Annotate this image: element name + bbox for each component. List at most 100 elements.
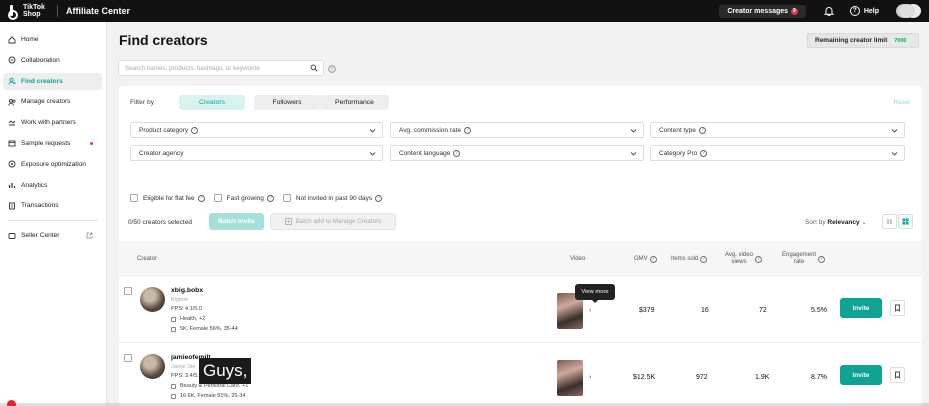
column-engagement-rate[interactable]: Engagement rate? (782, 241, 826, 277)
sidebar-item-analytics[interactable]: Analytics (3, 177, 102, 194)
avg-commission-rate-dropdown[interactable]: Avg. commission rate? (390, 122, 644, 138)
save-creator-button[interactable] (890, 367, 905, 383)
sidebar-item-sample-requests[interactable]: Sample requests (3, 135, 102, 152)
creator-pps: PPS: 4.1/5.0 (171, 306, 202, 312)
fast-growing-checkbox[interactable]: Fast growing? (213, 194, 274, 202)
checkbox[interactable] (282, 194, 291, 202)
help-button[interactable]: ? Help (849, 6, 879, 16)
column-label-line: views (731, 259, 747, 265)
checkbox[interactable] (130, 194, 138, 202)
column-creator: Creator (137, 255, 158, 262)
creator-demographics-label: 5K, Female 56%, 35-44 (180, 326, 238, 332)
checkbox[interactable] (213, 194, 222, 202)
video-thumbnail[interactable] (557, 360, 583, 396)
creator-avatar[interactable] (140, 354, 165, 379)
messages-badge: 9 (791, 7, 798, 15)
list-view-button[interactable] (882, 214, 897, 229)
creator-demographics-label: 16.6K, Female 81%, 25-34 (180, 393, 246, 399)
eligible-flat-fee-checkbox[interactable]: Eligible for flat fee? (130, 194, 205, 202)
help-icon: ? (754, 255, 762, 263)
help-icon: ? (453, 149, 461, 157)
search-icon[interactable] (310, 64, 318, 72)
reset-button[interactable]: Reset (894, 99, 910, 106)
creator-limit-label: Remaining creator limit (815, 37, 888, 44)
creator-demographics: 5K, Female 56%, 35-44 (171, 326, 238, 332)
search-input[interactable]: Search names, products, hashtags, or key… (118, 60, 324, 76)
sidebar-item-collaboration[interactable]: Collaboration (3, 52, 102, 69)
column-items-sold[interactable]: Items sold? (671, 241, 708, 277)
dropdown-label: Content language (399, 149, 451, 157)
sidebar-item-work-with-partners[interactable]: Work with partners (3, 114, 102, 131)
category-icon (171, 316, 176, 322)
add-user-icon (284, 218, 292, 225)
row-checkbox[interactable] (124, 287, 132, 295)
invite-button[interactable]: Invite (840, 365, 882, 385)
exposure-icon (8, 160, 16, 168)
help-icon: ? (849, 6, 860, 16)
tab-creators[interactable]: Creators (179, 95, 245, 110)
category-pro-dropdown[interactable]: Category Pro? (650, 145, 905, 161)
column-label: Items sold (671, 255, 699, 262)
gmv-value: $12.5K (633, 374, 656, 381)
row-checkbox[interactable] (124, 354, 132, 362)
tiktok-shop-logo[interactable]: TikTok Shop (8, 4, 47, 20)
sidebar-item-seller-center[interactable]: Seller Center (3, 227, 102, 244)
manage-creators-icon (8, 98, 16, 106)
table-row[interactable]: xbig.bobx Bigbob PPS: 4.1/5.0 Health, +2… (119, 277, 922, 343)
creator-category: Health, +2 (171, 316, 205, 322)
find-creators-icon (8, 77, 16, 85)
sidebar-item-find-creators[interactable]: Find creators (3, 72, 102, 90)
logo-text: TikTok Shop (23, 4, 45, 18)
column-label: Engagement rate (782, 252, 816, 266)
dropdown-label: Product category (139, 126, 189, 134)
chevron-down-icon (369, 152, 376, 156)
tab-followers[interactable]: Followers (254, 95, 320, 110)
avg-views-value: 1.9K (755, 374, 770, 381)
list-view-icon (887, 219, 892, 224)
user-avatar[interactable] (899, 4, 915, 18)
sidebar-item-exposure-optimization[interactable]: Exposure optimization (3, 156, 102, 173)
gmv-value: $379 (639, 307, 655, 314)
creator-avatar[interactable] (140, 287, 165, 312)
partners-icon (8, 120, 16, 126)
video-progress-handle[interactable] (7, 400, 16, 406)
sidebar-item-manage-creators[interactable]: Manage creators (3, 93, 102, 110)
chevron-down-icon: ⌄ (861, 219, 867, 226)
grid-view-button[interactable] (898, 214, 913, 229)
filter-panel: Filter by Creators Followers Performance… (119, 86, 922, 222)
invite-button[interactable]: Invite (840, 298, 882, 318)
chevron-right-icon[interactable]: › (589, 307, 591, 314)
app-title: Affiliate Center (66, 6, 131, 16)
creator-agency-dropdown[interactable]: Creator agency (130, 145, 383, 161)
search-help-icon[interactable] (328, 65, 336, 73)
items-sold-value: 972 (696, 374, 708, 381)
batch-invite-button[interactable]: Batch invite (209, 213, 264, 230)
column-gmv[interactable]: GMV? (634, 241, 657, 277)
creator-messages-button[interactable]: Creator messages 9 (719, 4, 806, 18)
sidebar-item-home[interactable]: Home (3, 31, 102, 48)
bell-icon[interactable] (823, 6, 834, 16)
checkbox-filters: Eligible for flat fee? Fast growing? Not… (130, 194, 391, 202)
batch-add-button[interactable]: Batch add to Manage Creators (270, 213, 396, 230)
sidebar-item-label: Home (21, 36, 39, 43)
chevron-right-icon[interactable]: › (589, 374, 591, 381)
not-invited-checkbox[interactable]: Not invited in past 90 days? (282, 194, 383, 202)
column-avg-video-views[interactable]: Avg. video views? (725, 241, 762, 277)
chevron-down-icon (630, 129, 637, 133)
content-type-dropdown[interactable]: Content type? (650, 122, 905, 138)
save-creator-button[interactable] (890, 300, 905, 316)
help-icon: ? (698, 126, 706, 134)
video-caption: Guys, (199, 358, 252, 384)
sidebar-item-transactions[interactable]: Transactions (3, 197, 102, 214)
filter-by-label: Filter by (130, 99, 155, 106)
creator-name[interactable]: xbig.bobx (171, 287, 203, 294)
creator-demographics: 16.6K, Female 81%, 25-34 (171, 393, 245, 399)
tab-performance[interactable]: Performance (320, 95, 389, 110)
sort-dropdown[interactable]: Sort by Relevancy ⌄ (805, 218, 867, 226)
help-icon: ? (375, 194, 383, 202)
help-icon: ? (266, 194, 274, 202)
content-language-dropdown[interactable]: Content language? (390, 145, 644, 161)
creator-limit-value: 7000 (891, 36, 910, 45)
product-category-dropdown[interactable]: Product category? (130, 122, 383, 138)
dropdown-label: Category Pro (659, 149, 698, 157)
